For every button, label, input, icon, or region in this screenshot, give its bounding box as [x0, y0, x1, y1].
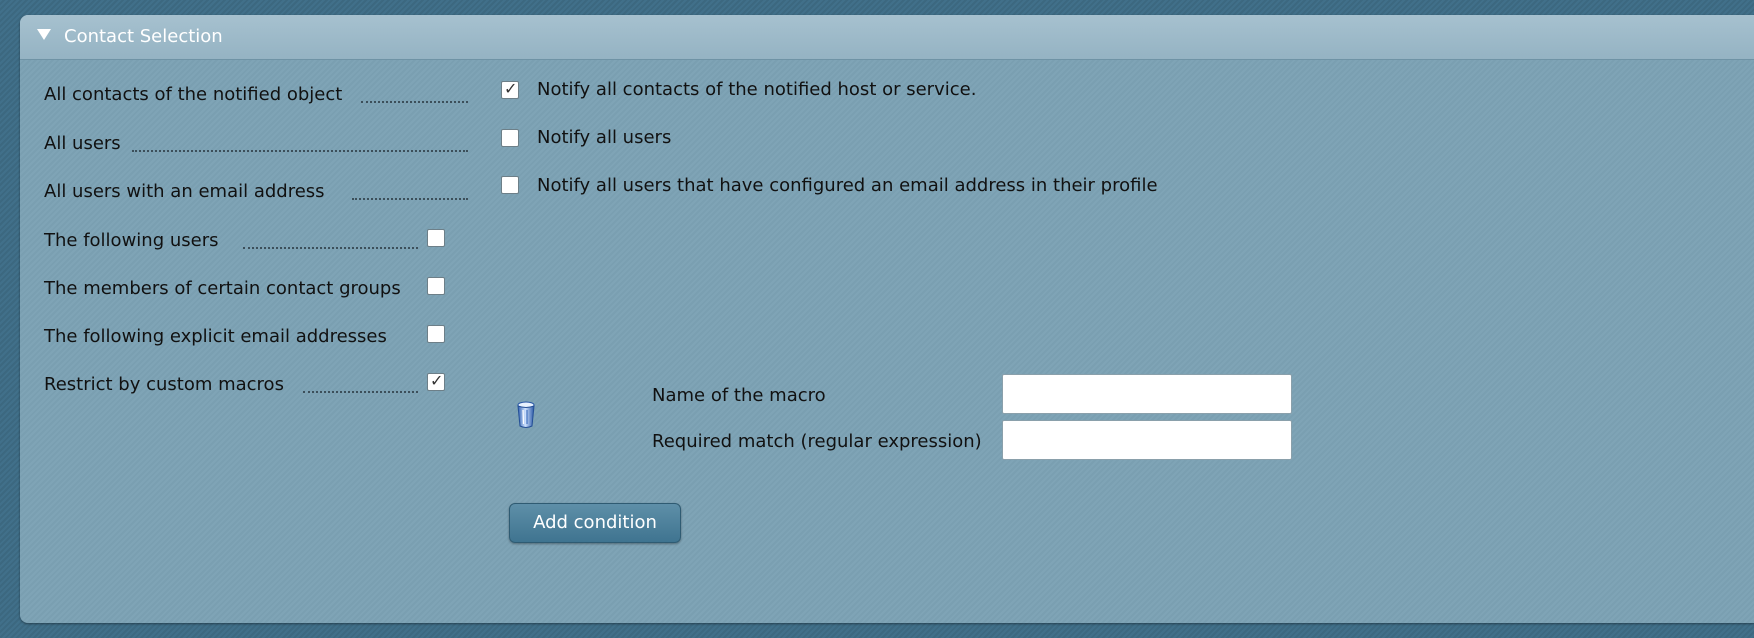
section-title: Contact Selection — [64, 26, 223, 47]
label-all-users: All users — [44, 133, 121, 154]
required-match-input[interactable] — [1002, 420, 1292, 460]
triangle-down-icon[interactable] — [37, 29, 51, 40]
required-match-label: Required match (regular expression) — [652, 431, 982, 452]
checkbox-explicit-emails[interactable] — [427, 325, 445, 343]
leader-dots — [303, 391, 418, 393]
leader-dots — [361, 101, 468, 103]
checkbox-following-users[interactable] — [427, 229, 445, 247]
checkbox-all-users[interactable] — [501, 129, 519, 147]
contact-selection-panel: Contact Selection All contacts of the no… — [20, 15, 1754, 623]
page-background: Contact Selection All contacts of the no… — [0, 0, 1754, 638]
add-condition-button[interactable]: Add condition — [509, 503, 681, 543]
option-all-contacts: Notify all contacts of the notified host… — [537, 79, 977, 100]
checkbox-all-contacts[interactable]: ✓ — [501, 79, 519, 99]
label-custom-macros: Restrict by custom macros — [44, 374, 284, 395]
label-all-contacts: All contacts of the notified object — [44, 84, 343, 105]
checkbox-custom-macros[interactable]: ✓ — [427, 371, 445, 391]
label-explicit-emails: The following explicit email addresses — [44, 326, 387, 347]
trash-icon[interactable] — [515, 400, 537, 430]
leader-dots — [352, 198, 468, 200]
panel-header[interactable]: Contact Selection — [20, 15, 1754, 60]
macro-name-input[interactable] — [1002, 374, 1292, 414]
checkbox-all-users-email[interactable] — [501, 176, 519, 194]
checkbox-contact-groups[interactable] — [427, 277, 445, 295]
option-all-users: Notify all users — [537, 127, 672, 148]
label-following-users: The following users — [44, 230, 219, 251]
label-all-users-email: All users with an email address — [44, 181, 325, 202]
leader-dots — [243, 247, 418, 249]
macro-name-label: Name of the macro — [652, 385, 826, 406]
label-contact-groups: The members of certain contact groups — [44, 278, 401, 299]
leader-dots — [132, 150, 468, 152]
option-all-users-email: Notify all users that have configured an… — [537, 175, 1158, 196]
